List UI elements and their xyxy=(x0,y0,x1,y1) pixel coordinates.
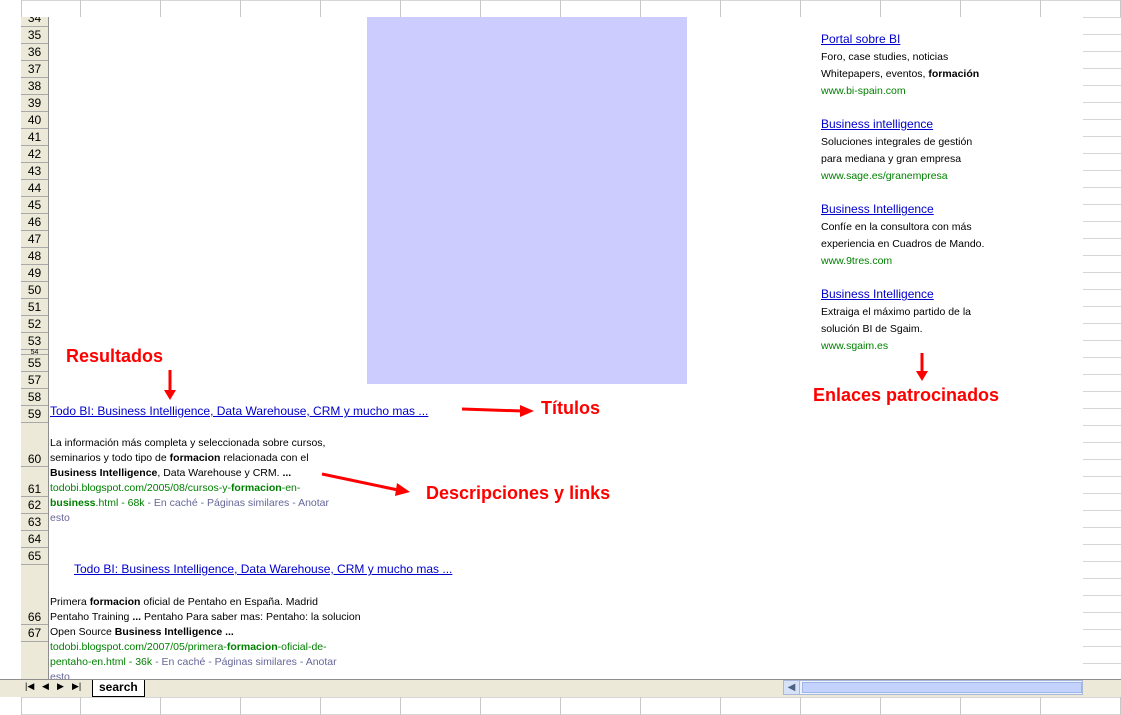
result-title[interactable]: Todo BI: Business Intelligence, Data War… xyxy=(50,404,428,418)
search-result-2: Todo BI: Business Intelligence, Data War… xyxy=(74,562,452,576)
next-sheet-icon[interactable]: ▶ xyxy=(57,681,64,692)
annotate-link[interactable]: Anotar xyxy=(306,656,337,668)
result-desc-line: La información más completa y selecciona… xyxy=(50,437,326,449)
result-desc-line: Pentaho Training ... Pentaho Para saber … xyxy=(50,611,361,623)
cache-link[interactable]: En caché xyxy=(154,497,198,509)
first-sheet-icon[interactable]: |◀ xyxy=(25,681,34,692)
search-result-1-description: La información más completa y selecciona… xyxy=(50,436,370,526)
scroll-left-icon[interactable]: ◀ xyxy=(784,681,800,694)
arrow-enlaces-head xyxy=(916,371,928,381)
result-desc-line: Open Source Business Intelligence ... xyxy=(50,626,234,638)
result-url[interactable]: todobi.blogspot.com/2005/08/cursos-y-for… xyxy=(50,481,370,496)
result-url[interactable]: todobi.blogspot.com/2007/05/primera-form… xyxy=(50,640,380,655)
cache-link[interactable]: En caché xyxy=(162,656,206,668)
sheet-tab-search[interactable]: search xyxy=(92,680,145,697)
prev-sheet-icon[interactable]: ◀ xyxy=(42,681,49,692)
result-desc-line: Business Intelligence, Data Warehouse y … xyxy=(50,467,292,479)
horizontal-scrollbar[interactable]: ◀ xyxy=(783,680,1083,695)
result-url-line2: pentaho-en.html - 36k - En caché - Págin… xyxy=(50,656,337,668)
annotate-link-cont[interactable]: esto xyxy=(50,511,370,526)
similar-pages-link[interactable]: Páginas similares xyxy=(215,656,297,668)
arrow-descripciones-head xyxy=(395,483,410,496)
result-url-line2: business.html - 68k - En caché - Páginas… xyxy=(50,497,330,509)
search-result-1: Todo BI: Business Intelligence, Data War… xyxy=(50,404,428,418)
search-result-2-description: Primera formacion oficial de Pentaho en … xyxy=(50,595,380,685)
arrow-titulos-head xyxy=(520,405,534,417)
scroll-thumb[interactable] xyxy=(802,682,1082,693)
arrow-titulos xyxy=(461,407,523,413)
similar-pages-link[interactable]: Páginas similares xyxy=(207,497,289,509)
last-sheet-icon[interactable]: ▶| xyxy=(72,681,81,692)
arrow-resultados-head xyxy=(164,390,176,400)
annotate-link[interactable]: Anotar xyxy=(298,497,329,509)
result-desc-line: Primera formacion oficial de Pentaho en … xyxy=(50,596,318,608)
result-title[interactable]: Todo BI: Business Intelligence, Data War… xyxy=(74,562,452,576)
result-desc-line: seminarios y todo tipo de formacion rela… xyxy=(50,452,309,464)
